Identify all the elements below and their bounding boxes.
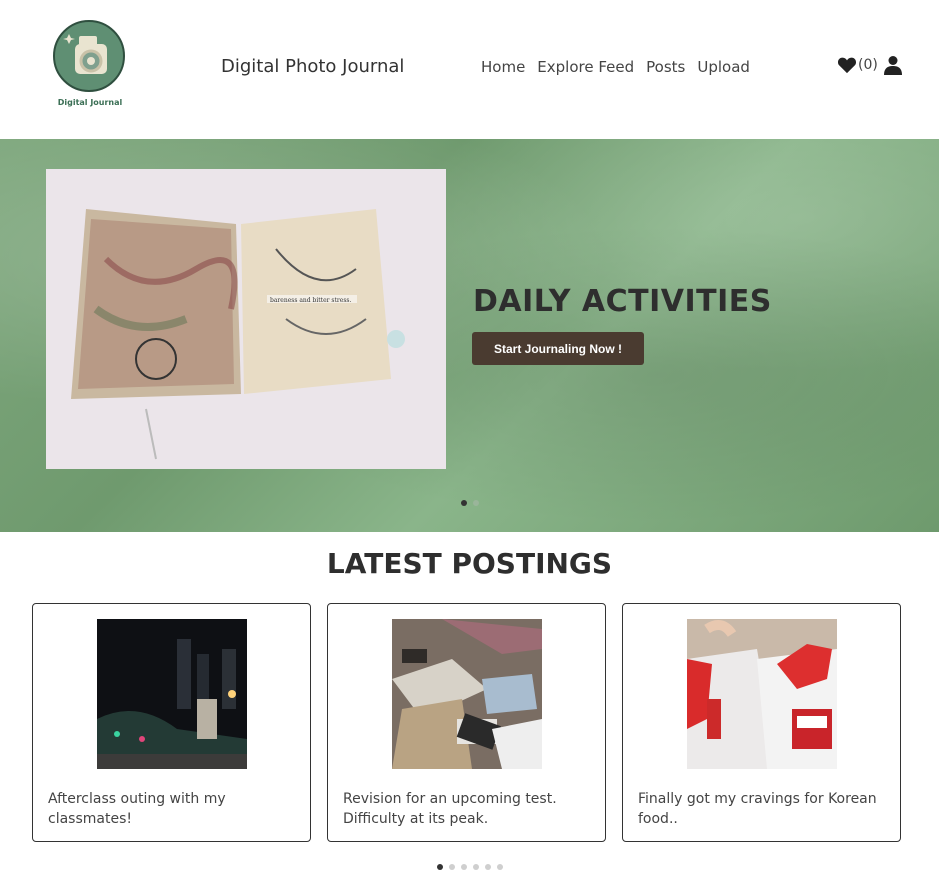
- postings-indicator-2[interactable]: [448, 864, 455, 870]
- post-card[interactable]: Revision for an upcoming test. Difficult…: [327, 603, 606, 842]
- postings-carousel: Afterclass outing with my classmates! Re…: [32, 603, 901, 842]
- post-caption: Afterclass outing with my classmates!: [48, 791, 226, 827]
- postings-indicator-4[interactable]: [472, 864, 479, 870]
- postings-carousel-indicators: [0, 864, 939, 870]
- nav-explore-feed[interactable]: Explore Feed: [537, 58, 634, 76]
- post-caption: Finally got my cravings for Korean food.…: [638, 791, 877, 827]
- camera-logo-icon: [53, 20, 125, 92]
- hero-carousel-indicators: [0, 500, 939, 506]
- hero-indicator-1[interactable]: [460, 500, 467, 506]
- latest-postings-title: LATEST POSTINGS: [326, 547, 613, 580]
- start-journaling-button[interactable]: Start Journaling Now !: [472, 332, 644, 365]
- site-header: Digital Journal Digital Photo Journal Ho…: [0, 0, 939, 139]
- nav-posts[interactable]: Posts: [646, 58, 685, 76]
- main-nav: Home Explore Feed Posts Upload: [481, 58, 750, 76]
- hero-photo-caption: bareness and bitter stress.: [270, 297, 351, 304]
- post-image-study-desk: [392, 619, 542, 769]
- postings-indicator-5[interactable]: [484, 864, 491, 870]
- postings-indicator-1[interactable]: [436, 864, 443, 870]
- hero-journal-photo: bareness and bitter stress.: [46, 169, 446, 469]
- heart-icon: [837, 57, 857, 74]
- post-card[interactable]: Afterclass outing with my classmates!: [32, 603, 311, 842]
- nav-upload[interactable]: Upload: [697, 58, 750, 76]
- logo-text: Digital Journal: [57, 98, 123, 107]
- favorites-button[interactable]: (0): [837, 56, 878, 74]
- nav-home[interactable]: Home: [481, 58, 525, 76]
- post-card[interactable]: Finally got my cravings for Korean food.…: [622, 603, 901, 842]
- site-title[interactable]: Digital Photo Journal: [221, 56, 404, 77]
- post-image-food-bags: [687, 619, 837, 769]
- hero-indicator-2[interactable]: [472, 500, 479, 506]
- hero-title: DAILY ACTIVITIES: [473, 284, 772, 319]
- postings-indicator-3[interactable]: [460, 864, 467, 870]
- user-icon[interactable]: [883, 55, 903, 75]
- postings-indicator-6[interactable]: [496, 864, 503, 870]
- favorites-count: (0): [858, 57, 878, 73]
- post-caption: Revision for an upcoming test. Difficult…: [343, 791, 557, 827]
- post-image-night-outing: [97, 619, 247, 769]
- logo[interactable]: Digital Journal: [50, 18, 130, 114]
- hero-carousel: bareness and bitter stress. DAILY ACTIVI…: [0, 139, 939, 532]
